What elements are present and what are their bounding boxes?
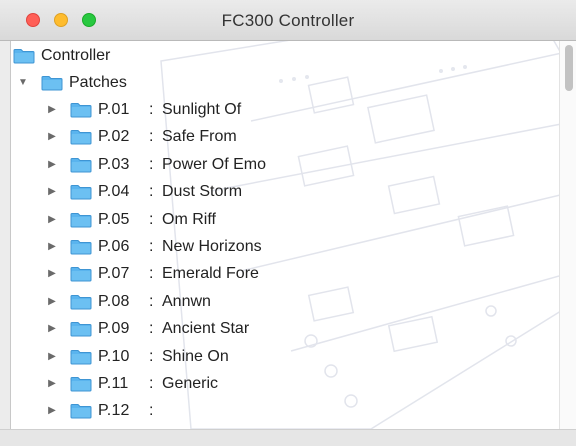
patch-name: Power Of Emo	[162, 155, 267, 173]
folder-icon	[70, 157, 92, 173]
patch-number: P.12	[98, 402, 130, 420]
patch-row[interactable]: ▶ P.05: Om Riff	[11, 206, 559, 233]
disclosure-right-icon[interactable]: ▶	[45, 123, 59, 150]
disclosure-right-icon[interactable]: ▶	[45, 343, 59, 370]
disclosure-right-icon[interactable]: ▶	[45, 178, 59, 205]
patch-separator: :	[149, 402, 154, 420]
patch-name: Sunlight Of	[162, 101, 242, 118]
patch-name: Om Riff	[162, 210, 216, 228]
patch-name: Dust Storm	[162, 183, 243, 201]
patch-name: Emerald Fore	[162, 265, 259, 283]
disclosure-right-icon[interactable]: ▶	[45, 151, 59, 178]
patch-separator: :	[149, 101, 154, 118]
patch-row[interactable]: ▶ P.11: Generic	[11, 370, 559, 397]
folder-icon	[13, 49, 35, 64]
tree-node-controller[interactable]: Controller	[11, 42, 559, 69]
folder-icon	[70, 212, 92, 228]
patch-separator: :	[149, 375, 154, 392]
tree-node-label: Patches	[69, 74, 127, 91]
disclosure-down-icon[interactable]: ▼	[16, 69, 30, 96]
window-bottom-bar	[0, 429, 576, 446]
patch-row[interactable]: ▶ P.03: Power Of Emo	[11, 151, 559, 178]
patch-number: P.01	[98, 101, 130, 118]
patch-number: P.05	[98, 210, 130, 228]
disclosure-right-icon[interactable]: ▶	[45, 315, 59, 342]
patch-number: P.09	[98, 320, 130, 338]
scrollbar-thumb[interactable]	[565, 45, 573, 91]
patch-number: P.03	[98, 155, 130, 173]
patch-name: Shine On	[162, 347, 229, 365]
tree-node-patches[interactable]: ▼ Patches	[11, 69, 559, 96]
patch-number: P.02	[98, 128, 130, 146]
disclosure-right-icon[interactable]: ▶	[45, 96, 59, 123]
disclosure-right-icon[interactable]: ▶	[45, 260, 59, 287]
disclosure-right-icon[interactable]: ▶	[45, 370, 59, 397]
patch-name: Generic	[162, 375, 219, 392]
folder-icon	[41, 76, 63, 91]
vertical-scrollbar[interactable]	[559, 41, 576, 429]
patch-name: Annwn	[162, 292, 211, 310]
folder-icon	[70, 377, 92, 392]
patch-separator: :	[149, 155, 154, 173]
disclosure-right-icon[interactable]: ▶	[45, 397, 59, 424]
folder-icon	[70, 349, 92, 365]
patch-separator: :	[149, 238, 154, 255]
patch-separator: :	[149, 292, 154, 310]
patch-number: P.04	[98, 183, 130, 201]
disclosure-right-icon[interactable]: ▶	[45, 206, 59, 233]
patch-separator: :	[149, 265, 154, 283]
patch-number: P.08	[98, 292, 130, 310]
patch-name: Ancient Star	[162, 320, 250, 338]
patch-name: Safe From	[162, 128, 237, 146]
folder-icon	[70, 240, 92, 255]
patch-row[interactable]: ▶ P.06: New Horizons	[11, 233, 559, 260]
patch-row[interactable]: ▶ P.09: Ancient Star	[11, 315, 559, 342]
patch-row[interactable]: ▶ P.08: Annwn	[11, 288, 559, 315]
disclosure-right-icon[interactable]: ▶	[45, 288, 59, 315]
tree-node-label: Controller	[41, 47, 111, 64]
window-title: FC300 Controller	[221, 11, 355, 30]
patch-row[interactable]: ▶ P.07: Emerald Fore	[11, 260, 559, 287]
patch-separator: :	[149, 183, 154, 201]
folder-icon	[70, 267, 92, 282]
patch-separator: :	[149, 210, 154, 228]
tree-panel: Controller ▼ Patches ▶ P.01: Sunlight Of ▶ P…	[10, 41, 576, 429]
title-bar[interactable]: FC300 Controller	[0, 0, 576, 41]
folder-icon	[70, 130, 92, 145]
patch-row[interactable]: ▶ P.02: Safe From	[11, 123, 559, 150]
patch-row[interactable]: ▶ P.12:	[11, 397, 559, 424]
patch-name: New Horizons	[162, 238, 262, 255]
folder-icon	[70, 103, 92, 118]
folder-icon	[70, 404, 92, 419]
patch-row[interactable]: ▶ P.04: Dust Storm	[11, 178, 559, 205]
patch-separator: :	[149, 128, 154, 146]
patch-tree: Controller ▼ Patches ▶ P.01: Sunlight Of ▶ P…	[11, 41, 559, 429]
patch-separator: :	[149, 320, 154, 338]
app-window: FC300 Controller Controller ▼ Patches ▶ …	[0, 0, 576, 446]
folder-icon	[70, 294, 92, 310]
patch-row[interactable]: ▶ P.10: Shine On	[11, 343, 559, 370]
patch-number: P.11	[98, 375, 129, 392]
patch-row[interactable]: ▶ P.01: Sunlight Of	[11, 96, 559, 123]
patch-separator: :	[149, 347, 154, 365]
patch-number: P.06	[98, 238, 130, 255]
patch-number: P.07	[98, 265, 130, 283]
folder-icon	[70, 185, 92, 200]
patch-number: P.10	[98, 347, 130, 365]
folder-icon	[70, 322, 92, 337]
disclosure-right-icon[interactable]: ▶	[45, 233, 59, 260]
